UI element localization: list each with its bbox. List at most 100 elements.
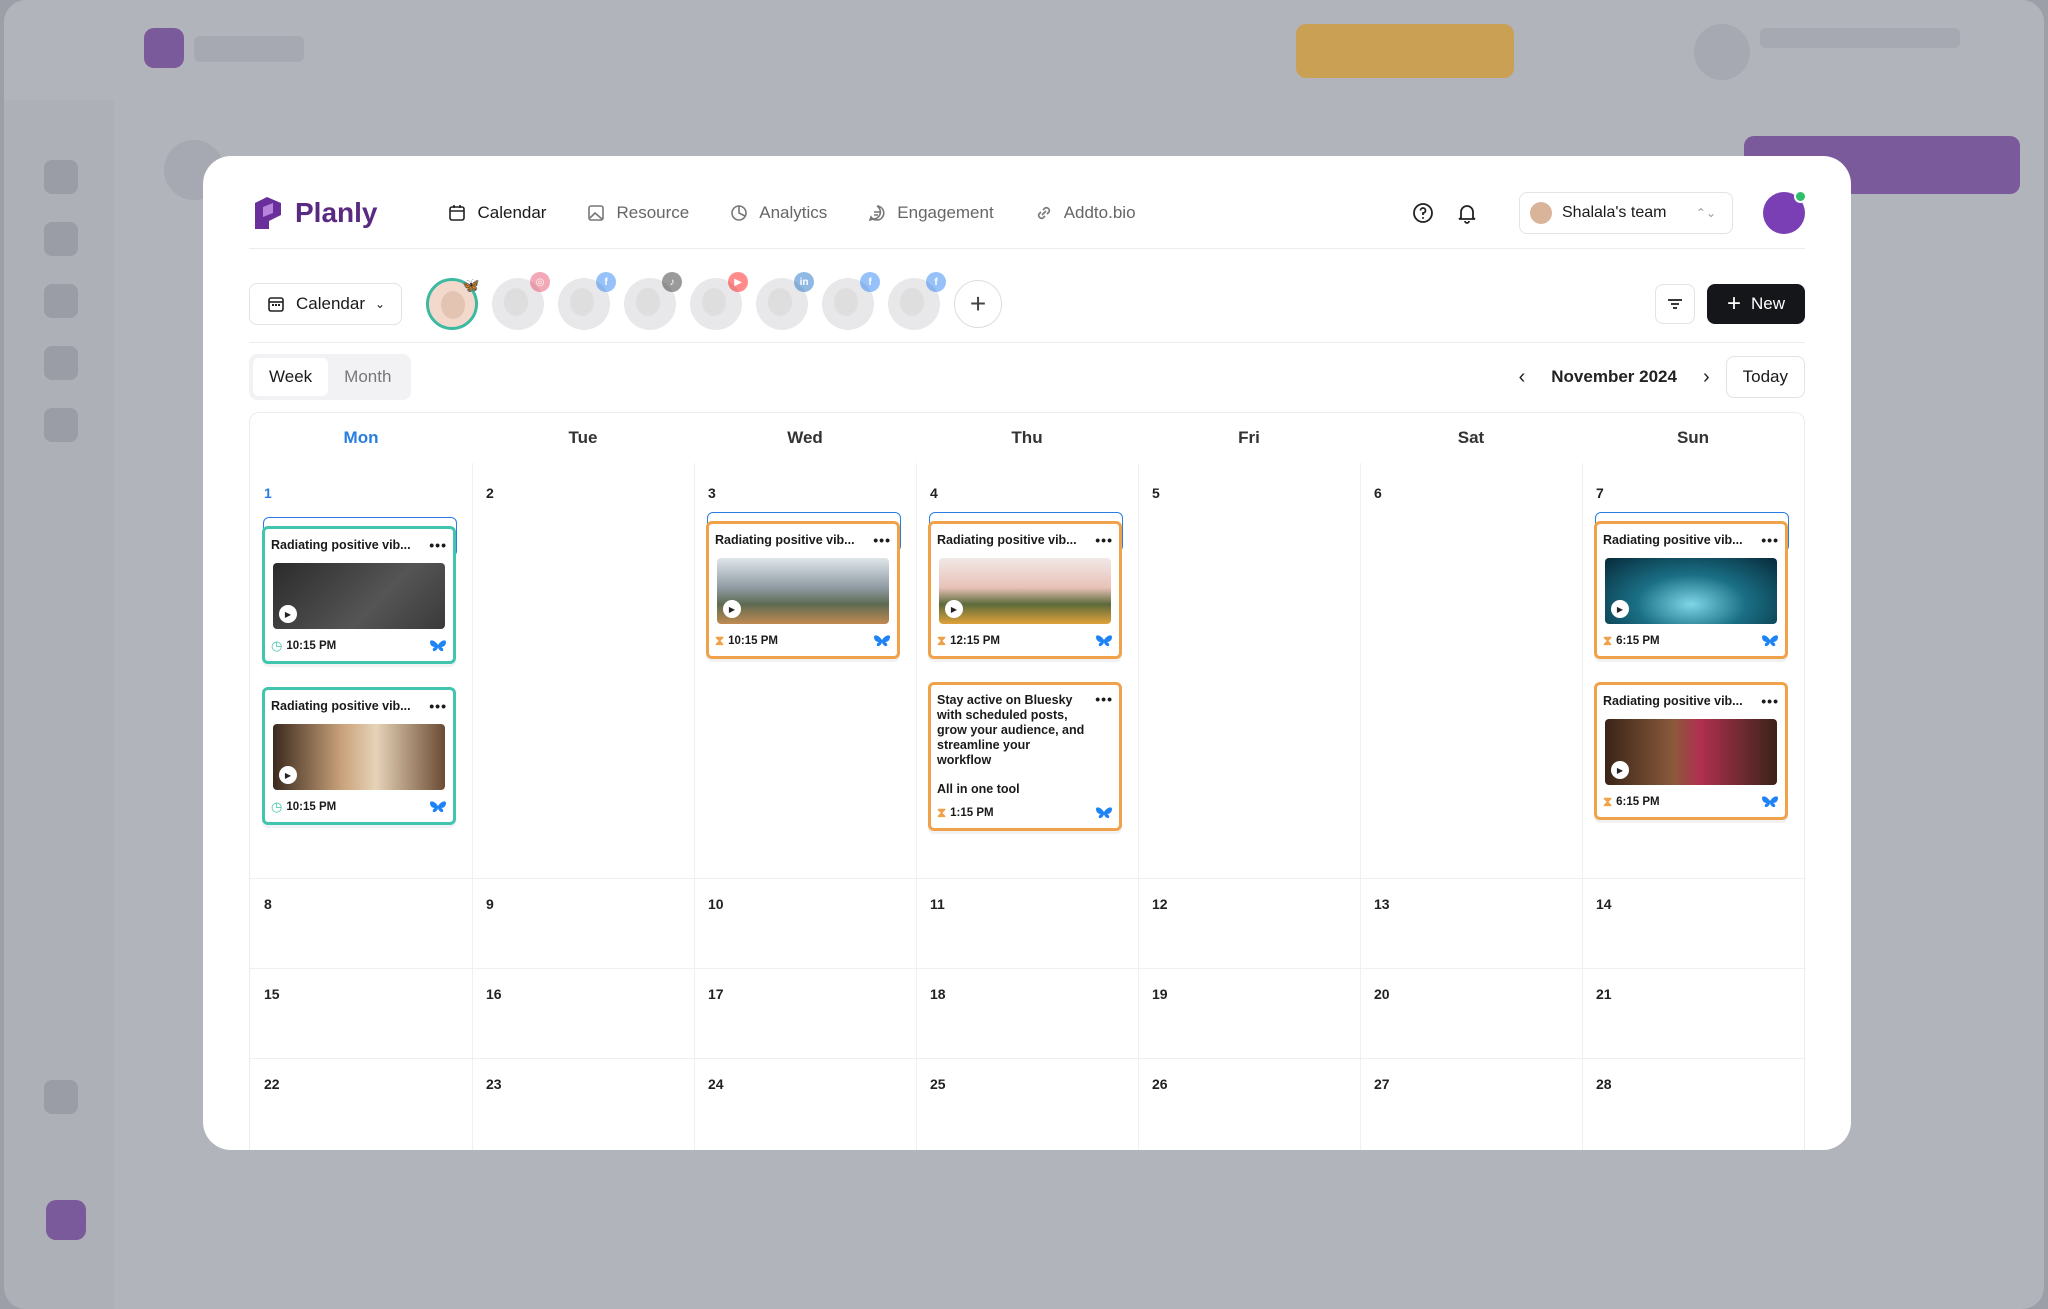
- post-card[interactable]: Radiating positive vib... ••• ▶ ⧗ 10:15 PM: [706, 521, 900, 659]
- day-number: 27: [1374, 1076, 1390, 1092]
- day-number: 19: [1152, 986, 1168, 1002]
- account-photo: [570, 288, 595, 316]
- post-time: 6:15 PM: [1616, 796, 1660, 808]
- prev-month-icon[interactable]: ‹: [1519, 366, 1526, 389]
- hourglass-icon: ⧗: [1603, 633, 1613, 648]
- bell-icon[interactable]: [1455, 201, 1479, 225]
- day-number: 24: [708, 1076, 724, 1092]
- post-thumbnail: ▶: [717, 558, 889, 624]
- account-avatar-facebook[interactable]: f: [822, 272, 881, 330]
- post-card[interactable]: Radiating positive vib... ••• ▶ ⧗ 6:15 PM: [1594, 682, 1788, 820]
- main-nav: Calendar Resource Analytics Engagement A…: [447, 203, 1136, 223]
- account-photo: [441, 291, 466, 319]
- linkedin-icon: in: [794, 272, 815, 292]
- user-avatar[interactable]: [1763, 190, 1807, 234]
- new-post-button[interactable]: + New: [1706, 284, 1805, 324]
- post-time: 10:15 PM: [728, 635, 778, 647]
- more-options-icon[interactable]: •••: [1095, 691, 1113, 707]
- more-options-icon[interactable]: •••: [873, 532, 891, 548]
- current-month: November 2024: [1551, 367, 1677, 386]
- nav-addto-bio-label: Addto.bio: [1063, 203, 1136, 222]
- day-number: 26: [1152, 1076, 1168, 1092]
- day-number: 20: [1374, 986, 1390, 1002]
- online-status-dot: [1794, 190, 1807, 203]
- hourglass-icon: ⧗: [715, 633, 725, 648]
- day-header-fri: Fri: [1238, 428, 1260, 447]
- more-options-icon[interactable]: •••: [1761, 532, 1779, 548]
- hourglass-icon: ⧗: [937, 633, 947, 648]
- post-card[interactable]: Radiating positive vib... ••• ▶ ◷ 10:15 PM: [262, 687, 456, 825]
- post-footer: ⧗ 12:15 PM: [937, 632, 1113, 650]
- nav-analytics[interactable]: Analytics: [729, 203, 827, 223]
- next-month-icon[interactable]: ›: [1703, 366, 1710, 389]
- nav-resource[interactable]: Resource: [586, 203, 689, 223]
- play-icon: ▶: [723, 600, 741, 618]
- day-number: 17: [708, 986, 724, 1002]
- help-icon[interactable]: [1411, 201, 1435, 225]
- planly-logo[interactable]: Planly: [249, 195, 377, 231]
- account-avatar-tiktok[interactable]: ♪: [624, 272, 683, 330]
- facebook-icon: f: [860, 272, 881, 292]
- play-icon: ▶: [945, 600, 963, 618]
- nav-addto-bio[interactable]: Addto.bio: [1034, 203, 1136, 223]
- account-photo: [768, 288, 793, 316]
- day-header-thu: Thu: [1011, 428, 1043, 447]
- account-selector: 🦋 ◎ f ♪ ▶ in f f +: [426, 272, 1003, 330]
- team-switcher[interactable]: Shalala's team ⌃⌄: [1519, 192, 1733, 234]
- calendar-grid: Mon Tue Wed Thu Fri Sat Sun 1 2 3 4 5 6 7 8 9 10 11 12 13 14…: [249, 412, 1806, 1150]
- account-avatar-instagram[interactable]: ◎: [492, 272, 551, 330]
- new-button-label: New: [1750, 294, 1785, 313]
- account-avatar-facebook[interactable]: f: [558, 272, 617, 330]
- month-navigator: ‹ November 2024 ›: [1519, 366, 1710, 389]
- post-card[interactable]: Radiating positive vib... ••• ▶ ◷ 10:15 PM: [262, 526, 456, 664]
- top-navigation: Planly Calendar Resource Analytics Engag…: [249, 186, 1807, 240]
- post-thumbnail: ▶: [273, 724, 445, 790]
- tiktok-icon: ♪: [662, 272, 683, 292]
- nav-calendar[interactable]: Calendar: [447, 203, 546, 223]
- background-sidebar: [4, 100, 114, 1309]
- filter-button[interactable]: [1654, 284, 1695, 324]
- day-number: 16: [486, 986, 502, 1002]
- account-avatar-bluesky[interactable]: 🦋: [426, 277, 480, 330]
- clock-icon: ◷: [271, 799, 283, 814]
- nav-engagement[interactable]: Engagement: [867, 203, 994, 223]
- more-options-icon[interactable]: •••: [429, 698, 447, 714]
- day-number: 13: [1374, 896, 1390, 912]
- post-title-text: Radiating positive vib...: [715, 533, 855, 547]
- add-account-button[interactable]: +: [954, 280, 1003, 328]
- post-title: Radiating positive vib... •••: [715, 530, 891, 550]
- more-options-icon[interactable]: •••: [1761, 693, 1779, 709]
- calendar-dropdown[interactable]: Calendar ⌄: [249, 283, 403, 325]
- day-number: 12: [1152, 896, 1168, 912]
- view-toggle: Week Month: [249, 354, 412, 400]
- month-view-tab[interactable]: Month: [328, 358, 407, 396]
- more-options-icon[interactable]: •••: [1095, 532, 1113, 548]
- link-icon: [1037, 206, 1050, 220]
- account-avatar-linkedin[interactable]: in: [756, 272, 815, 330]
- bluesky-icon: [430, 640, 446, 652]
- play-icon: ▶: [279, 766, 297, 784]
- top-right-controls: Shalala's team ⌃⌄: [1411, 190, 1807, 234]
- day-header-sat: Sat: [1457, 428, 1485, 447]
- post-card[interactable]: Radiating positive vib... ••• ▶ ⧗ 12:15 PM: [928, 521, 1122, 659]
- account-avatar-youtube[interactable]: ▶: [690, 272, 749, 330]
- account-avatar-facebook[interactable]: f: [888, 272, 947, 330]
- account-photo: [504, 288, 529, 316]
- view-controls: Week Month ‹ November 2024 › Today: [249, 354, 1805, 400]
- facebook-icon: f: [926, 272, 947, 292]
- post-footer: ⧗ 1:15 PM: [937, 804, 1113, 822]
- calendar-icon: [268, 297, 284, 312]
- day-number: 21: [1596, 986, 1612, 1002]
- day-number: 3: [708, 485, 716, 501]
- post-time: 1:15 PM: [950, 807, 994, 819]
- day-number: 1: [264, 485, 272, 501]
- post-thumbnail: ▶: [939, 558, 1111, 624]
- post-card[interactable]: Stay active on Bluesky with scheduled po…: [928, 682, 1122, 831]
- bluesky-icon: [1762, 796, 1778, 808]
- today-button[interactable]: Today: [1725, 356, 1805, 398]
- column-divider: [1582, 463, 1583, 1150]
- nav-resource-label: Resource: [616, 203, 690, 222]
- more-options-icon[interactable]: •••: [429, 537, 447, 553]
- post-card[interactable]: Radiating positive vib... ••• ▶ ⧗ 6:15 PM: [1594, 521, 1788, 659]
- week-view-tab[interactable]: Week: [253, 358, 329, 396]
